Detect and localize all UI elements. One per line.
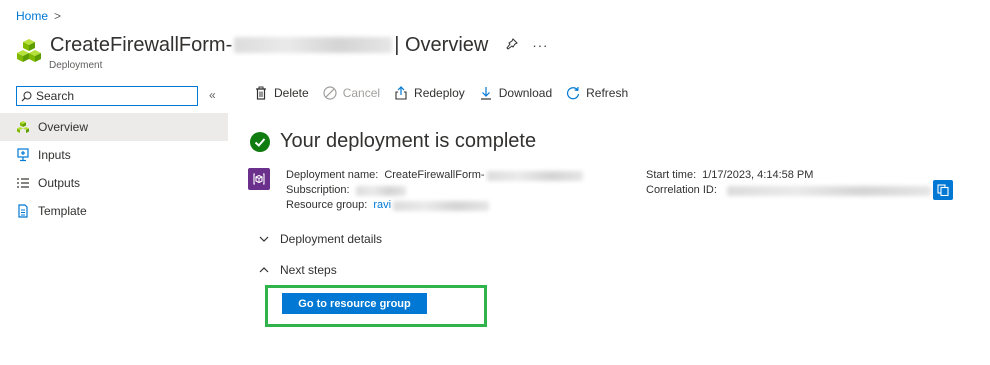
redeploy-label: Redeploy — [414, 86, 465, 100]
cancel-icon — [323, 86, 337, 100]
breadcrumb-home[interactable]: Home — [16, 9, 48, 23]
redacted-deployment-name — [486, 170, 583, 181]
deployment-name-row: Deployment name: CreateFirewallForm- — [286, 168, 583, 183]
refresh-icon — [566, 86, 580, 100]
cancel-label: Cancel — [342, 86, 381, 100]
sidebar-item-outputs[interactable]: Outputs — [0, 169, 228, 197]
redeploy-button[interactable]: Redeploy — [394, 86, 465, 100]
resource-group-row: Resource group: ravi — [286, 198, 583, 213]
upload-icon — [394, 86, 408, 100]
redacted-subscription-link[interactable] — [355, 185, 406, 196]
sidebar-item-label: Template — [38, 204, 87, 218]
start-time-value: 1/17/2023, 4:14:58 PM — [702, 169, 814, 181]
download-icon — [479, 86, 493, 100]
sidebar-item-template[interactable]: Template — [0, 197, 228, 225]
sidebar-item-label: Outputs — [38, 176, 81, 190]
search-icon — [21, 91, 32, 101]
template-icon — [16, 204, 30, 218]
overview-icon — [16, 120, 30, 134]
refresh-label: Refresh — [586, 86, 629, 100]
pin-icon[interactable] — [506, 37, 519, 53]
deployment-status: Your deployment is complete — [250, 130, 536, 153]
page-header: CreateFirewallForm- | Overview ··· — [16, 32, 548, 62]
deployment-name-value: CreateFirewallForm- — [384, 169, 485, 181]
deployment-cubes-icon — [17, 39, 41, 62]
subscription-row: Subscription: — [286, 183, 583, 198]
page-title-prefix: CreateFirewallForm- — [50, 33, 233, 56]
chevron-up-icon — [259, 267, 269, 273]
deployment-details-label: Deployment details — [280, 232, 383, 246]
page-subtitle: Deployment — [49, 60, 103, 71]
correlation-label: Correlation ID: — [646, 184, 717, 196]
refresh-button[interactable]: Refresh — [566, 86, 628, 100]
breadcrumb-separator: > — [54, 9, 62, 23]
deployment-name-label: Deployment name: — [286, 169, 379, 181]
redacted-correlation-id — [726, 185, 931, 196]
sidebar-item-label: Inputs — [38, 148, 71, 162]
delete-button[interactable]: Delete — [254, 86, 309, 100]
start-time-row: Start time: 1/17/2023, 4:14:58 PM — [646, 168, 931, 183]
inputs-icon — [16, 148, 30, 162]
correlation-row: Correlation ID: — [646, 183, 931, 198]
go-to-resource-group-button[interactable]: Go to resource group — [282, 293, 427, 314]
success-check-icon — [250, 131, 270, 152]
search-input[interactable] — [36, 89, 186, 103]
breadcrumb: Home > — [16, 9, 61, 23]
deployment-info: Deployment name: CreateFirewallForm- Sub… — [286, 168, 583, 213]
redacted-title-suffix — [234, 37, 393, 53]
resource-group-label: Resource group: — [286, 199, 368, 211]
deployment-resource-icon — [248, 168, 270, 190]
deployment-details-toggle[interactable]: Deployment details — [258, 232, 382, 246]
next-steps-toggle[interactable]: Next steps — [258, 263, 337, 277]
subscription-label: Subscription: — [286, 184, 350, 196]
status-message: Your deployment is complete — [280, 130, 537, 152]
copy-button[interactable] — [933, 180, 953, 200]
outputs-icon — [16, 176, 30, 190]
page-title-suffix: | Overview — [394, 33, 489, 56]
sidebar-item-label: Overview — [38, 120, 89, 134]
collapse-sidebar-icon[interactable]: « — [209, 88, 216, 102]
copy-icon — [937, 184, 949, 196]
redacted-resource-group — [393, 200, 490, 211]
trash-icon — [254, 86, 268, 100]
cancel-button[interactable]: Cancel — [323, 86, 380, 100]
deployment-meta: Start time: 1/17/2023, 4:14:58 PM Correl… — [646, 168, 931, 198]
next-steps-label: Next steps — [280, 263, 337, 277]
sidebar-item-overview[interactable]: Overview — [0, 113, 228, 141]
start-time-label: Start time: — [646, 169, 697, 181]
more-options-icon[interactable]: ··· — [532, 38, 548, 53]
sidebar-nav: Overview Inputs Outputs Template — [0, 113, 228, 225]
download-button[interactable]: Download — [479, 86, 552, 100]
sidebar-item-inputs[interactable]: Inputs — [0, 141, 228, 169]
download-label: Download — [498, 86, 553, 100]
delete-label: Delete — [274, 86, 309, 100]
resource-group-link[interactable]: ravi — [373, 198, 391, 213]
chevron-down-icon — [259, 236, 269, 242]
page-title: CreateFirewallForm- | Overview — [50, 34, 488, 57]
search-box[interactable] — [16, 86, 198, 106]
command-bar: Delete Cancel Redeploy Download Refresh — [254, 86, 642, 100]
